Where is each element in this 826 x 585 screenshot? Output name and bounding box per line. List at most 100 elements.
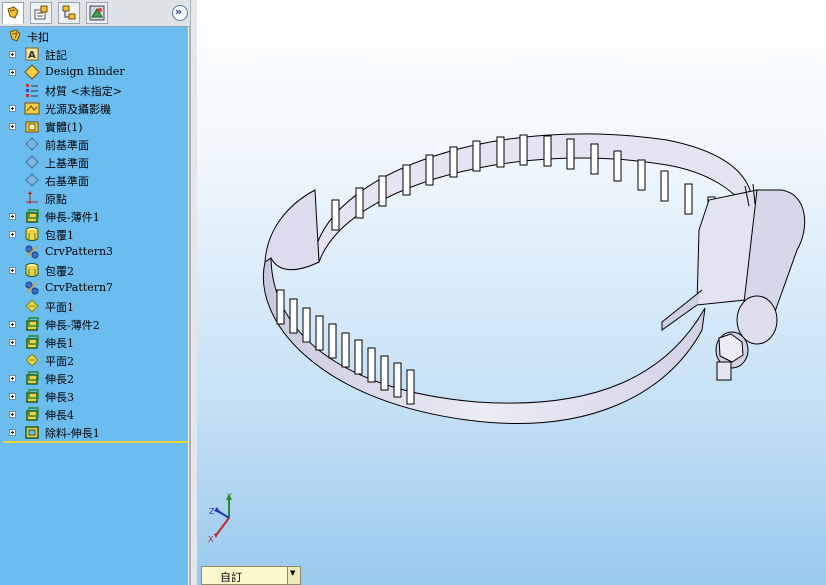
band-slot [425,154,434,186]
extrude-icon [26,371,39,385]
band-slot [406,369,415,405]
band-slot [566,138,575,170]
tree-item[interactable]: Design Binder [3,63,188,81]
tree-item[interactable]: 右基準面 [3,171,188,189]
solid-bodies-icon [25,121,39,133]
band-slot [472,140,481,172]
configuration-select[interactable]: 自訂 ▼ [201,566,301,585]
tab-property-manager[interactable] [30,2,52,24]
tree-item-label: 材質 <未指定> [45,85,122,98]
tree-item[interactable]: 光源及攝影機 [3,99,188,117]
extrude-icon [26,389,39,403]
band-slot [613,150,622,182]
configuration-manager-icon [62,5,76,20]
configuration-value: 自訂 [220,571,242,584]
band-slot [519,134,528,166]
extrude-icon [26,407,39,421]
tree-item[interactable]: CrvPattern3 [3,243,188,261]
hose-clamp-model[interactable] [197,0,826,585]
tree-item-label: 平面2 [45,355,74,368]
tree-item[interactable]: 伸長4 [3,405,188,423]
configuration-dropdown-button[interactable]: ▼ [287,567,300,584]
double-chevron-right-icon: » [175,5,183,18]
expand-toggle[interactable] [9,321,16,328]
band-slot [315,315,324,351]
tree-item[interactable]: 伸長3 [3,387,188,405]
expand-toggle[interactable] [9,231,16,238]
panel-divider [188,27,189,585]
curve-pattern-icon [25,245,39,259]
tree-item[interactable]: 上基準面 [3,153,188,171]
band-slot [590,143,599,175]
tree-item[interactable]: 平面2 [3,351,188,369]
ref-plane-icon [25,353,39,367]
expand-toggle[interactable] [9,213,16,220]
display-manager-icon [89,5,105,21]
tree-item[interactable]: 伸長1 [3,333,188,351]
triad-z-label: Z [209,507,215,516]
tree-item-label: 上基準面 [45,157,89,170]
tree-item-label: CrvPattern7 [45,281,114,294]
tree-item[interactable]: 前基準面 [3,135,188,153]
band-slot [393,362,402,398]
extrude-icon [26,317,39,331]
expand-toggle[interactable] [9,411,16,418]
tree-item[interactable]: 實體(1) [3,117,188,135]
tab-feature-manager[interactable] [2,2,24,24]
tree-item[interactable]: 伸長-薄件2 [3,315,188,333]
tree-item[interactable]: 伸長2 [3,369,188,387]
feature-tree: 卡扣 A 註記 Design Binder 材質 <未指定> 光源及攝影機實體(1) 前基… [3,27,188,443]
tree-item-label: 平面1 [45,301,74,314]
expand-toggle[interactable] [9,429,16,436]
tree-item[interactable]: 包覆1 [3,225,188,243]
expand-toggle[interactable] [9,51,16,58]
expand-toggle[interactable] [9,393,16,400]
expand-panel-button[interactable]: » [172,5,188,21]
band-slot [402,164,411,196]
tree-item-label: 除料-伸長1 [45,427,100,440]
band-slot [328,323,337,359]
graphics-area[interactable]: Y Z X [197,0,826,585]
band-slot [496,136,505,168]
tree-item[interactable]: 除料-伸長1 [3,423,188,441]
tree-root-part[interactable]: 卡扣 [3,27,188,45]
expand-toggle[interactable] [9,105,16,112]
tree-item-label: 實體(1) [45,121,83,134]
triad-x-label: X [208,535,214,544]
chevron-down-icon: ▼ [290,569,296,577]
band-slot [276,289,285,325]
curve-pattern-icon [25,281,39,295]
tree-item[interactable]: A 註記 [3,45,188,63]
band-slot [355,187,364,219]
plane-icon [25,173,39,187]
material-icon [26,84,38,97]
tree-item[interactable]: 平面1 [3,297,188,315]
cut-extrude-icon [25,426,39,439]
tab-configuration-manager[interactable] [58,2,80,24]
band-slot [449,146,458,178]
band-slot [367,347,376,383]
tree-item[interactable]: 包覆2 [3,261,188,279]
expand-toggle[interactable] [9,339,16,346]
tree-item[interactable]: 伸長-薄件1 [3,207,188,225]
tree-item[interactable]: CrvPattern7 [3,279,188,297]
wrap-icon [25,227,39,241]
part-icon [9,29,21,42]
band-slot [354,339,363,375]
expand-toggle[interactable] [9,375,16,382]
band-slot [637,159,646,191]
band-slot [341,332,350,368]
tab-display-manager[interactable] [86,2,108,24]
tree-item-label: 包覆2 [45,265,74,278]
tree-item[interactable]: 材質 <未指定> [3,81,188,99]
triad-y-label: Y [226,492,232,501]
annotations-icon: A [25,47,39,61]
expand-toggle[interactable] [9,69,16,76]
tree-item[interactable]: 原點 [3,189,188,207]
band-slot [660,170,669,202]
tree-item-label: 原點 [45,193,67,206]
lights-cameras-icon [24,102,40,115]
expand-toggle[interactable] [9,267,16,274]
manager-tab-bar: » [0,0,192,27]
expand-toggle[interactable] [9,123,16,130]
